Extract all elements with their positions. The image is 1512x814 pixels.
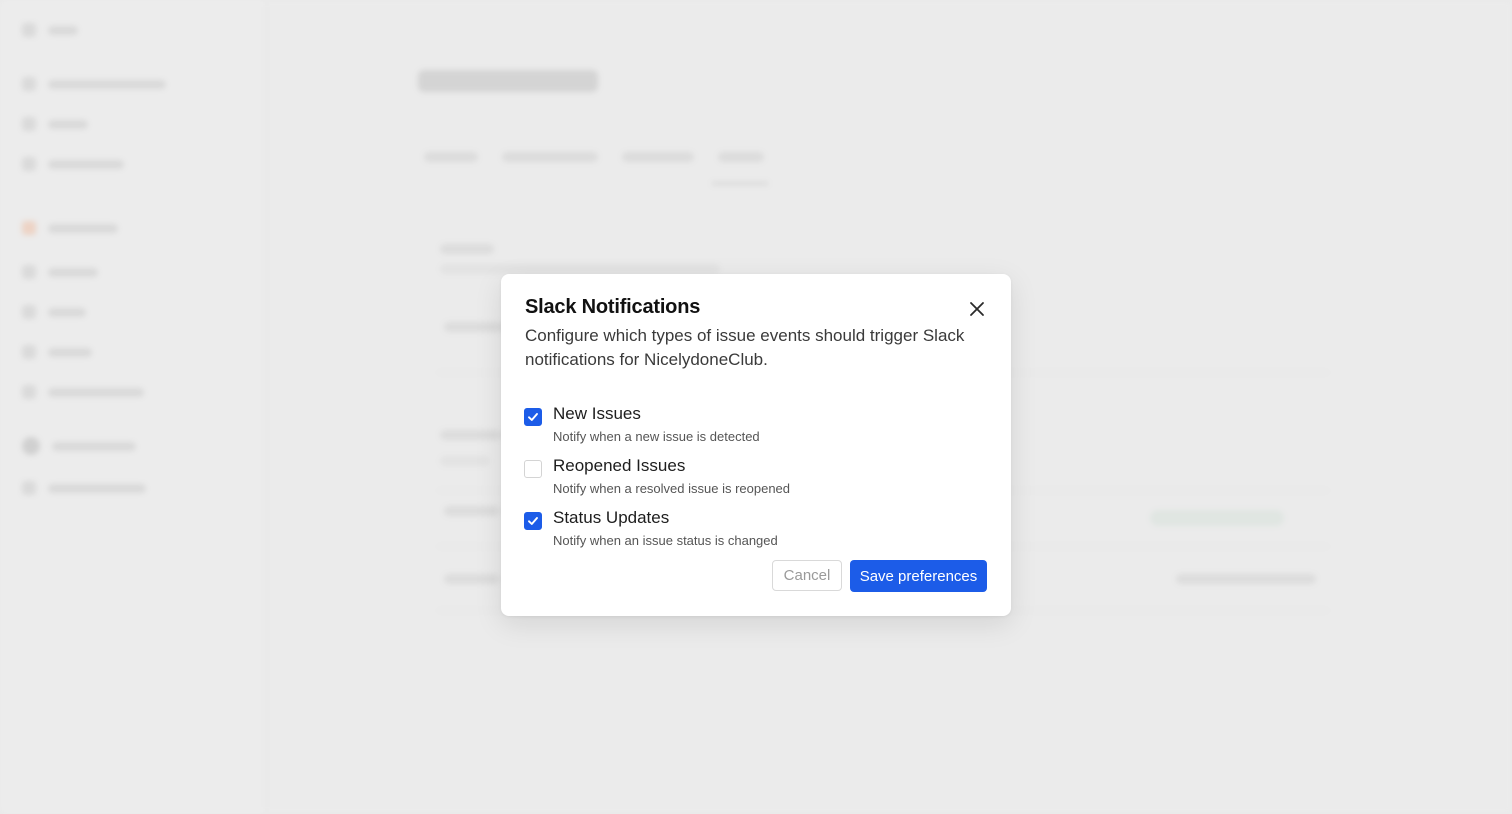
close-button[interactable]	[965, 297, 989, 321]
close-icon	[970, 302, 984, 316]
dialog-title: Slack Notifications	[525, 296, 701, 318]
option-help-text: Notify when an issue status is changed	[553, 533, 778, 548]
background-sidebar	[0, 0, 266, 814]
option-label: Reopened Issues	[553, 456, 686, 475]
option-new-issues[interactable]: New Issues Notify when a new issue is de…	[524, 402, 964, 446]
option-help-text: Notify when a resolved issue is reopened	[553, 481, 791, 496]
option-status-updates[interactable]: Status Updates Notify when an issue stat…	[524, 506, 964, 550]
dialog-description: Configure which types of issue events sh…	[525, 326, 965, 369]
save-preferences-button[interactable]: Save preferences	[850, 560, 987, 592]
option-reopened-issues[interactable]: Reopened Issues Notify when a resolved i…	[524, 454, 964, 498]
checkmark-icon	[528, 517, 538, 525]
option-label: Status Updates	[553, 508, 670, 527]
option-label: New Issues	[553, 404, 641, 423]
status-updates-checkbox[interactable]	[524, 512, 542, 530]
new-issues-checkbox[interactable]	[524, 408, 542, 426]
reopened-issues-checkbox[interactable]	[524, 460, 542, 478]
option-help-text: Notify when a new issue is detected	[553, 429, 760, 444]
checkmark-icon	[528, 413, 538, 421]
cancel-button[interactable]: Cancel	[772, 560, 842, 591]
slack-notifications-dialog: Slack Notifications Configure which type…	[501, 274, 1011, 616]
